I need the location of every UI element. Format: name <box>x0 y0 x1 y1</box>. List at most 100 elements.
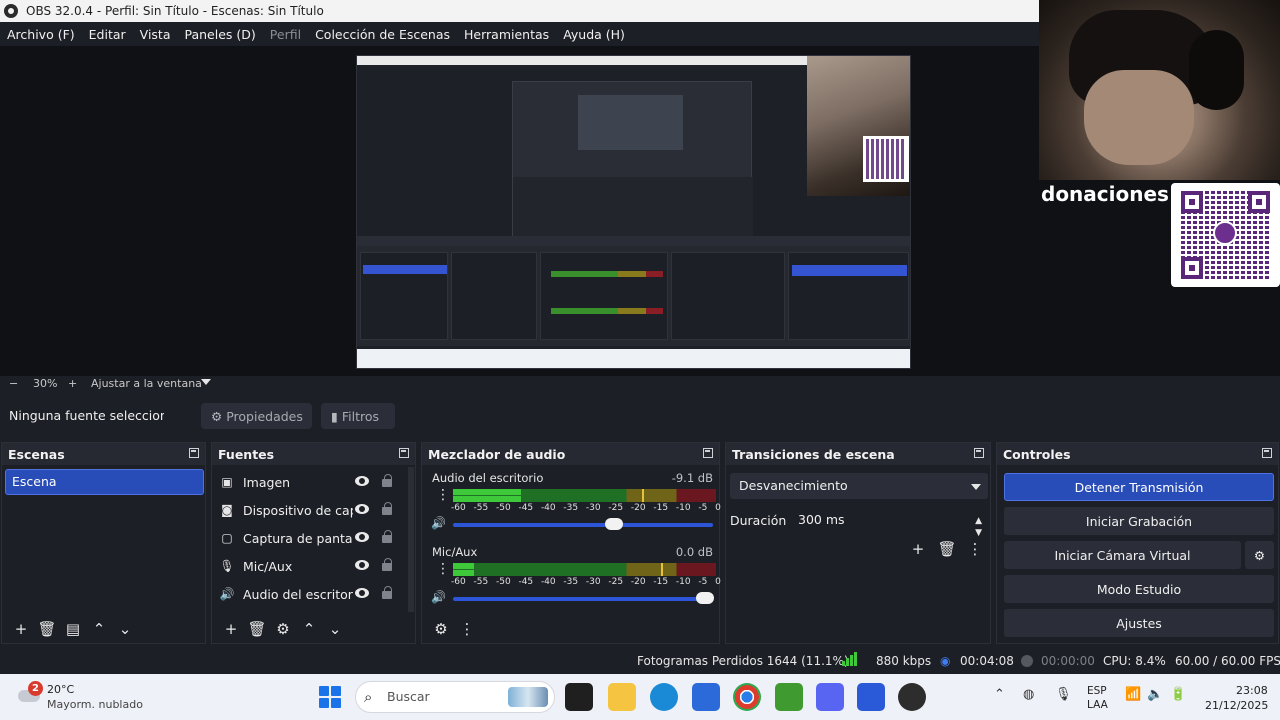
meter-level-left <box>453 489 521 495</box>
volume-slider-handle[interactable] <box>605 518 623 530</box>
menu-coleccion-escenas[interactable]: Colección de Escenas <box>315 27 450 42</box>
wifi-icon[interactable]: 📶 <box>1125 687 1141 702</box>
weather-description[interactable]: Mayorm. nublado <box>47 698 143 711</box>
duration-spinbox[interactable]: 300 ms ▲ ▼ <box>790 507 988 538</box>
visibility-eye-icon[interactable] <box>355 532 369 542</box>
volume-slider[interactable] <box>453 518 713 530</box>
clock-time[interactable]: 23:08 <box>1236 684 1268 697</box>
language-indicator[interactable]: ESP <box>1087 685 1107 697</box>
weather-temperature[interactable]: 20°C <box>47 683 74 696</box>
add-source-icon[interactable]: + <box>218 618 244 640</box>
undock-icon[interactable] <box>974 448 984 458</box>
store-icon[interactable] <box>692 683 720 711</box>
stop-streaming-button[interactable]: Detener Transmisión <box>1004 473 1274 501</box>
battery-icon[interactable]: 🔋 <box>1170 687 1186 702</box>
add-transition-icon[interactable]: + <box>905 538 931 560</box>
transition-menu-kebab-icon[interactable]: ⋮ <box>962 538 988 560</box>
undock-icon[interactable] <box>703 448 713 458</box>
remove-transition-trash-icon[interactable]: 🗑 <box>934 538 960 560</box>
source-item-camera[interactable]: ◙ Dispositivo de captura de video <box>216 497 406 523</box>
taskbar-search[interactable]: ⌕ Buscar <box>355 681 555 713</box>
menu-ayuda[interactable]: Ayuda (H) <box>563 27 625 42</box>
source-item-mic[interactable]: 🎙 Mic/Aux <box>216 553 406 579</box>
file-explorer-icon[interactable] <box>608 683 636 711</box>
menu-vista[interactable]: Vista <box>140 27 171 42</box>
volume-slider[interactable] <box>453 592 714 604</box>
source-properties-gear-icon[interactable]: ⚙ <box>270 618 296 640</box>
virtual-camera-settings-button[interactable]: ⚙ <box>1245 541 1274 569</box>
menu-herramientas[interactable]: Herramientas <box>464 27 549 42</box>
start-virtual-camera-button[interactable]: Iniciar Cámara Virtual <box>1004 541 1241 569</box>
meter-level-right <box>453 496 521 502</box>
discord-icon[interactable] <box>816 683 844 711</box>
volume-icon[interactable]: 🔈 <box>1147 687 1163 702</box>
source-item-screen-capture[interactable]: ▢ Captura de pantalla <box>216 525 406 551</box>
mixer-menu-kebab-icon[interactable]: ⋮ <box>454 618 480 640</box>
start-recording-button[interactable]: Iniciar Grabación <box>1004 507 1274 535</box>
scene-item[interactable]: Escena <box>5 469 204 495</box>
lock-icon[interactable] <box>382 558 392 571</box>
mixer-dock-header: Mezclador de audio <box>422 443 719 465</box>
zoom-in-button[interactable]: + <box>68 377 77 390</box>
remove-scene-trash-icon[interactable]: 🗑 <box>34 618 60 640</box>
source-item-desktop-audio[interactable]: 🔊 Audio del escritorio <box>216 581 406 607</box>
lock-icon[interactable] <box>382 502 392 515</box>
menu-archivo[interactable]: Archivo (F) <box>7 27 75 42</box>
move-down-icon[interactable]: ⌄ <box>112 618 138 640</box>
move-up-icon[interactable]: ⌃ <box>86 618 112 640</box>
clock-date[interactable]: 21/12/2025 <box>1205 699 1268 712</box>
zoom-out-button[interactable]: − <box>9 377 18 390</box>
lock-icon[interactable] <box>382 530 392 543</box>
menu-perfil[interactable]: Perfil <box>270 27 301 42</box>
undock-icon[interactable] <box>399 448 409 458</box>
visibility-eye-icon[interactable] <box>355 588 369 598</box>
scene-filters-icon[interactable]: ▤ <box>60 618 86 640</box>
advanced-audio-gear-icon[interactable]: ⚙ <box>428 618 454 640</box>
transition-select[interactable]: Desvanecimiento <box>730 473 988 499</box>
menu-paneles[interactable]: Paneles (D) <box>185 27 256 42</box>
start-windows-icon[interactable] <box>319 686 341 708</box>
tick-label: -40 <box>540 577 556 587</box>
studio-mode-button[interactable]: Modo Estudio <box>1004 575 1274 603</box>
menu-editar[interactable]: Editar <box>89 27 126 42</box>
channel-menu-kebab-icon[interactable]: ⋮ <box>436 562 450 576</box>
app-icon[interactable] <box>857 683 885 711</box>
task-view-icon[interactable] <box>565 683 593 711</box>
move-down-icon[interactable]: ⌄ <box>322 618 348 640</box>
search-highlight-image <box>508 687 548 707</box>
visibility-eye-icon[interactable] <box>355 560 369 570</box>
zoom-dropdown-caret-icon[interactable] <box>201 379 211 385</box>
settings-button[interactable]: Ajustes <box>1004 609 1274 637</box>
tray-app-icon[interactable]: ◍ <box>1023 687 1034 702</box>
visibility-eye-icon[interactable] <box>355 504 369 514</box>
audio-mixer-dock: Mezclador de audio Audio del escritorio … <box>421 442 721 644</box>
tick-label: -55 <box>473 503 489 513</box>
show-hidden-icons-chevron-icon[interactable]: ⌃ <box>994 687 1005 702</box>
keyboard-layout-indicator[interactable]: LAA <box>1087 699 1108 711</box>
edge-browser-icon[interactable] <box>650 683 678 711</box>
volume-slider-handle[interactable] <box>696 592 714 604</box>
minecraft-icon[interactable] <box>775 683 803 711</box>
source-item-imagen[interactable]: ▣ Imagen <box>216 469 406 495</box>
sources-scrollbar[interactable] <box>408 467 414 612</box>
properties-button[interactable]: ⚙ Propiedades <box>201 403 312 429</box>
bitrate: 880 kbps <box>876 654 932 668</box>
microphone-tray-icon[interactable]: 🎙 <box>1055 687 1072 702</box>
lock-icon[interactable] <box>382 586 392 599</box>
lock-icon[interactable] <box>382 474 392 487</box>
undock-icon[interactable] <box>1262 448 1272 458</box>
speaker-icon: 🔊 <box>219 587 235 601</box>
visibility-eye-icon[interactable] <box>355 476 369 486</box>
chrome-icon[interactable] <box>733 683 761 711</box>
obs-taskbar-icon[interactable] <box>898 683 926 711</box>
filters-button[interactable]: ▮ Filtros <box>321 403 395 429</box>
mute-speaker-icon[interactable]: 🔊 <box>431 516 446 530</box>
move-up-icon[interactable]: ⌃ <box>296 618 322 640</box>
meter-peak <box>642 489 644 502</box>
add-scene-icon[interactable]: + <box>8 618 34 640</box>
mute-speaker-icon[interactable]: 🔊 <box>431 590 446 604</box>
channel-menu-kebab-icon[interactable]: ⋮ <box>436 488 450 502</box>
undock-icon[interactable] <box>189 448 199 458</box>
remove-source-trash-icon[interactable]: 🗑 <box>244 618 270 640</box>
fit-to-window-button[interactable]: Ajustar a la ventana <box>91 377 202 390</box>
